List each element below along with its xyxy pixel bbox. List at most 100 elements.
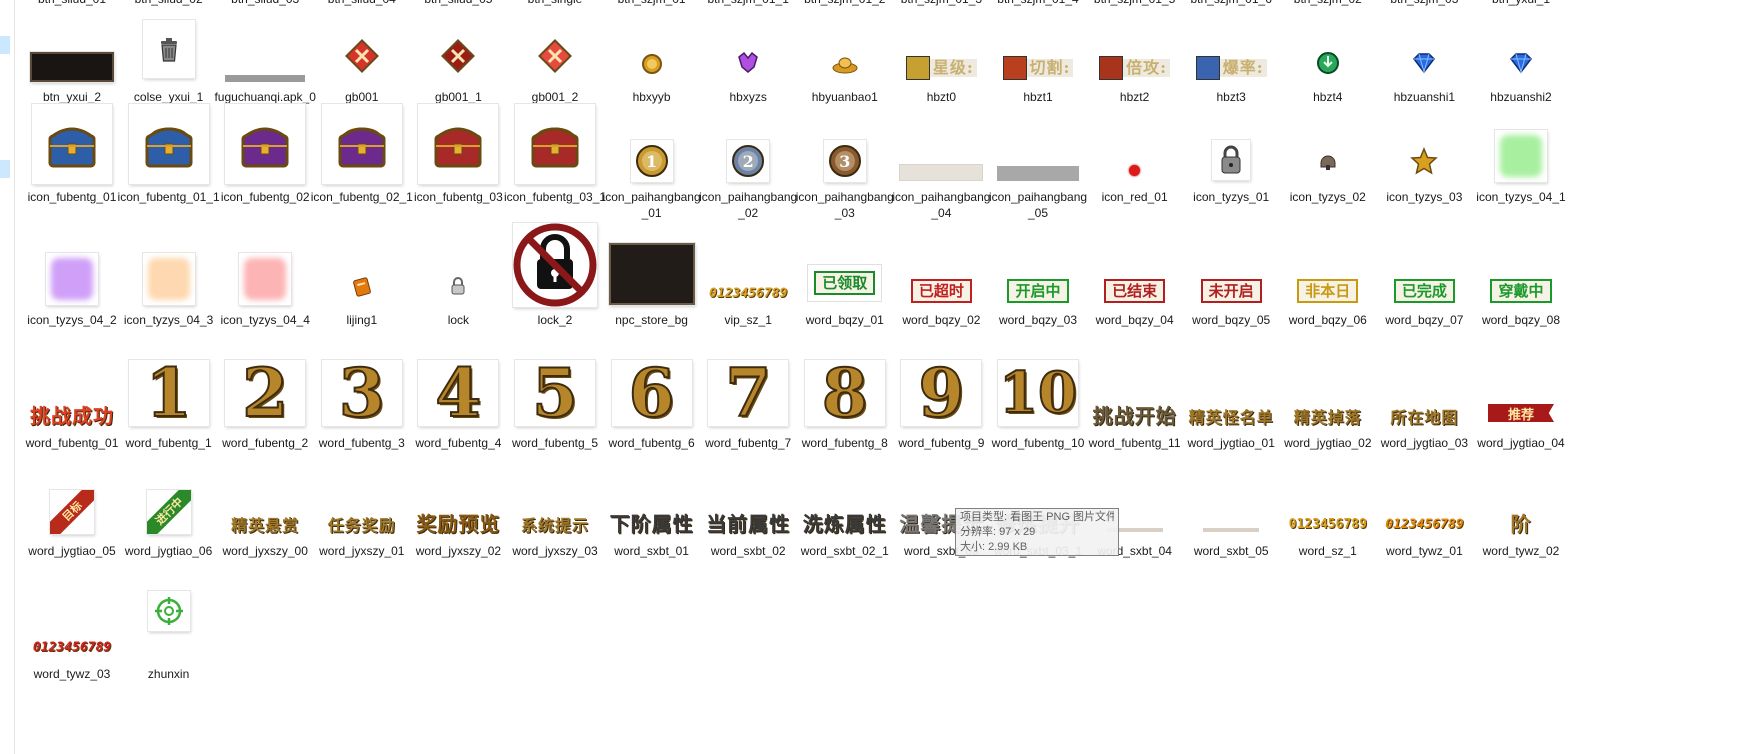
treasure-chest-icon	[225, 104, 306, 184]
file-name-label: hbzuanshi2	[1490, 90, 1552, 104]
file-name-label: word_jyxszy_01	[319, 544, 405, 558]
file-thumbnail: 精英掉落	[1274, 356, 1382, 430]
badge-text: 切割:	[1026, 59, 1074, 77]
file-name-label: btn_szjm_02	[1276, 0, 1380, 7]
file-item[interactable]: 8 word_fubentg_8	[791, 356, 899, 478]
file-item[interactable]: 0123456789 vip_sz_1	[694, 233, 802, 355]
file-item[interactable]: 奖励预览 word_jyxszy_02	[404, 464, 512, 586]
file-name-label: word_fubentg_2	[222, 436, 309, 450]
file-item[interactable]: icon_tyzys_01	[1177, 110, 1285, 232]
file-item[interactable]: lijing1	[308, 233, 416, 355]
file-item[interactable]: 非本日 word_bqzy_06	[1274, 233, 1382, 355]
file-item[interactable]: 4 word_fubentg_4	[404, 356, 512, 478]
file-item[interactable]: icon_fubentg_02_1	[308, 104, 416, 232]
large-number-image: 7	[708, 360, 789, 426]
file-item[interactable]: icon_fubentg_01	[18, 104, 126, 232]
file-item[interactable]: icon_fubentg_03_1	[501, 104, 609, 232]
file-item[interactable]: 1 word_fubentg_1	[115, 356, 223, 478]
blurred-glow-image	[1495, 130, 1547, 182]
file-item[interactable]: 当前属性 word_sxbt_02	[694, 464, 802, 586]
number-glyph: 1	[145, 360, 193, 426]
file-item[interactable]: lock_2	[501, 223, 609, 355]
file-item[interactable]: 下阶属性 word_sxbt_01	[598, 464, 706, 586]
file-name-label: word_jygtiao_05	[28, 544, 116, 558]
file-item[interactable]: 任务奖励 word_jyxszy_01	[308, 464, 416, 586]
file-item[interactable]: icon_paihangbang_04	[887, 110, 995, 232]
file-item[interactable]: icon_tyzys_03	[1370, 110, 1478, 232]
file-item[interactable]: 已领取 word_bqzy_01	[791, 233, 899, 355]
file-item[interactable]: 洗炼属性 word_sxbt_02_1	[791, 464, 899, 586]
file-name-label: icon_tyzys_04_2	[27, 313, 117, 327]
file-item[interactable]: 挑战开始 word_fubentg_11	[1081, 356, 1189, 478]
file-item[interactable]: icon_red_01	[1081, 110, 1189, 232]
file-item[interactable]: 0123456789 word_sz_1	[1274, 464, 1382, 586]
file-thumbnail	[404, 233, 512, 307]
file-item[interactable]: 穿戴中 word_bqzy_08	[1467, 233, 1575, 355]
file-item[interactable]: word_sxbt_05	[1177, 464, 1285, 586]
file-item[interactable]: lock	[404, 233, 512, 355]
file-name-label: word_tywz_03	[33, 667, 111, 681]
file-name-label: icon_fubentg_02_1	[310, 190, 413, 204]
file-thumbnail: 7	[694, 356, 802, 430]
number-glyph: 2	[241, 360, 289, 426]
file-item[interactable]: 已结束 word_bqzy_04	[1081, 233, 1189, 355]
file-thumbnail	[18, 10, 126, 84]
file-item[interactable]: 已完成 word_bqzy_07	[1370, 233, 1478, 355]
corner-banner-image: 目标	[50, 490, 94, 534]
file-thumbnail: 穿戴中	[1467, 233, 1575, 307]
file-item[interactable]: 开启中 word_bqzy_03	[984, 233, 1092, 355]
file-item[interactable]: icon_tyzys_04_3	[115, 233, 223, 355]
file-name-label: btn_single	[503, 0, 607, 7]
file-item[interactable]: icon_tyzys_04_1	[1467, 110, 1575, 232]
file-item[interactable]: 推荐 word_jygtiao_04	[1467, 356, 1575, 478]
file-item[interactable]: 2 word_fubentg_2	[211, 356, 319, 478]
file-item[interactable]: 精英怪名单 word_jygtiao_01	[1177, 356, 1285, 478]
file-item[interactable]: 3 icon_paihangbang_03	[791, 110, 899, 232]
file-item[interactable]: 挑战成功 word_fubentg_01	[18, 356, 126, 478]
file-item[interactable]: 精英掉落 word_jygtiao_02	[1274, 356, 1382, 478]
file-item[interactable]: 精英悬赏 word_jyxszy_00	[211, 464, 319, 586]
number-glyph: 9	[917, 360, 965, 426]
large-number-image: 6	[611, 360, 692, 426]
file-item[interactable]: 进行中 word_jygtiao_06	[115, 464, 223, 586]
file-item[interactable]: zhunxin	[115, 587, 223, 754]
file-name-label: word_bqzy_01	[805, 313, 884, 327]
file-name-label: word_fubentg_7	[705, 436, 792, 450]
large-number-image: 5	[515, 360, 595, 426]
file-item[interactable]: 未开启 word_bqzy_05	[1177, 233, 1285, 355]
green-orb-icon	[1316, 51, 1340, 80]
file-item[interactable]: icon_tyzys_02	[1274, 110, 1382, 232]
file-item[interactable]: icon_fubentg_01_1	[115, 104, 223, 232]
file-name-label: npc_store_bg	[615, 313, 688, 327]
file-item[interactable]: 5 word_fubentg_5	[501, 356, 609, 478]
file-thumbnail: 2	[694, 110, 802, 184]
file-item[interactable]: 1 icon_paihangbang_01	[598, 110, 706, 232]
file-item[interactable]: 0123456789 word_tywz_01	[1370, 464, 1478, 586]
file-name-label: icon_tyzys_04_4	[220, 313, 310, 327]
file-item[interactable]: 系统提示 word_jyxszy_03	[501, 464, 609, 586]
file-item[interactable]: 9 word_fubentg_9	[887, 356, 995, 478]
file-item[interactable]: 7 word_fubentg_7	[694, 356, 802, 478]
file-item[interactable]: npc_store_bg	[598, 233, 706, 355]
file-item[interactable]: 已超时 word_bqzy_02	[887, 233, 995, 355]
file-item[interactable]: icon_fubentg_02	[211, 104, 319, 232]
title-word-image: 精英悬赏	[231, 516, 300, 535]
file-thumbnail: 5	[501, 356, 609, 430]
file-item[interactable]: 3 word_fubentg_3	[308, 356, 416, 478]
file-item[interactable]: 阶 word_tywz_02	[1467, 464, 1575, 586]
digit-strip-image: 0123456789	[709, 286, 788, 301]
file-name-label: icon_fubentg_03_1	[503, 190, 607, 204]
file-item[interactable]: 所在地图 word_jygtiao_03	[1370, 356, 1478, 478]
file-item[interactable]: 目标 word_jygtiao_05	[18, 464, 126, 586]
file-item[interactable]: icon_paihangbang_05	[984, 110, 1092, 232]
file-item[interactable]: icon_tyzys_04_4	[211, 233, 319, 355]
file-name-label: icon_tyzys_02	[1289, 190, 1366, 204]
file-item[interactable]: icon_fubentg_03	[404, 104, 512, 232]
file-item[interactable]: 2 icon_paihangbang_02	[694, 110, 802, 232]
file-item[interactable]: icon_tyzys_04_2	[18, 233, 126, 355]
file-item[interactable]: 10 word_fubentg_10	[984, 356, 1092, 478]
number-glyph: 4	[434, 360, 482, 426]
file-item[interactable]: 0123456789 word_tywz_03	[18, 587, 126, 754]
purple-gem-icon	[736, 51, 760, 80]
file-item[interactable]: 6 word_fubentg_6	[598, 356, 706, 478]
